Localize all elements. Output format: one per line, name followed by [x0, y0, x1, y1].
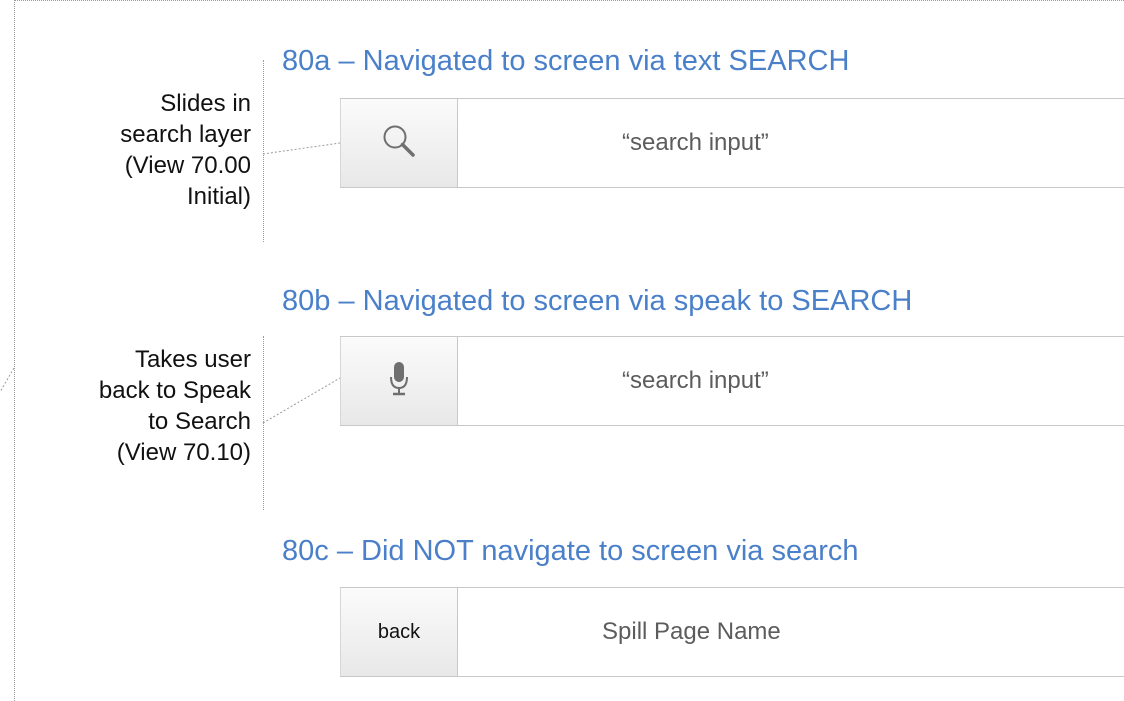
- search-icon: [380, 122, 418, 165]
- section-title-80a: 80a – Navigated to screen via text SEARC…: [282, 45, 850, 77]
- section-title-80b: 80b – Navigated to screen via speak to S…: [282, 285, 913, 317]
- note-80a-divider: [263, 60, 264, 242]
- note-line: Slides in: [160, 90, 251, 117]
- search-bar-80b: “search input”: [340, 336, 1124, 426]
- search-input[interactable]: “search input”: [458, 337, 1124, 425]
- section-title-80c: 80c – Did NOT navigate to screen via sea…: [282, 535, 859, 567]
- note-line: Initial): [186, 183, 251, 210]
- back-button[interactable]: back: [340, 588, 458, 676]
- note-line: search layer: [120, 121, 251, 148]
- microphone-icon: [387, 360, 411, 403]
- note-line: (View 70.00: [124, 152, 251, 179]
- note-line: back to Speak: [98, 377, 251, 404]
- page-bar-80c: back Spill Page Name: [340, 587, 1124, 677]
- connector-left: [0, 367, 15, 393]
- note-80a: Slides in search layer (View 70.00 Initi…: [60, 88, 251, 212]
- note-line: (View 70.10): [116, 439, 251, 466]
- search-input[interactable]: “search input”: [458, 99, 1124, 187]
- note-80b-divider: [263, 336, 264, 510]
- search-button[interactable]: [340, 99, 458, 187]
- note-line: Takes user: [134, 346, 251, 373]
- note-80b: Takes user back to Speak to Search (View…: [60, 344, 251, 468]
- page-name: Spill Page Name: [602, 618, 781, 645]
- microphone-button[interactable]: [340, 337, 458, 425]
- note-line: to Search: [148, 408, 251, 435]
- back-button-label: back: [377, 620, 421, 643]
- search-bar-80a: “search input”: [340, 98, 1124, 188]
